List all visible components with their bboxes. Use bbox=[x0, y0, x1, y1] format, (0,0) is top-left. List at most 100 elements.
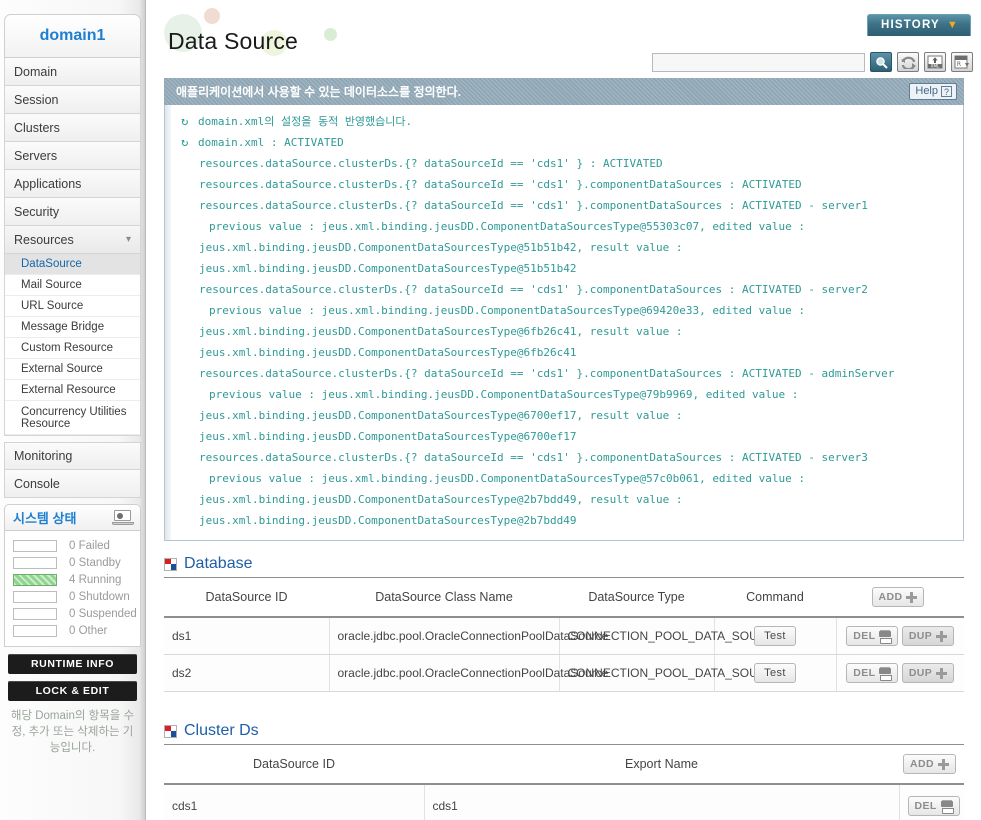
delete-label: DEL bbox=[914, 800, 937, 812]
log-body: ↻ domain.xml의 설정을 동적 반영했습니다. ↻ domain.xml :… bbox=[165, 105, 963, 531]
log-line: previous value : jeus.xml.binding.jeusDD… bbox=[209, 304, 806, 317]
sync-icon: ↻ bbox=[181, 135, 189, 149]
delete-button[interactable]: DEL bbox=[846, 663, 899, 683]
status-label: Suspended bbox=[78, 607, 137, 620]
question-mark-icon: ? bbox=[941, 85, 952, 97]
test-button[interactable]: Test bbox=[754, 626, 796, 646]
main-content: Data Source HISTORY ▼ XML R 애플리케이션에서 사용할… bbox=[146, 0, 981, 820]
xml-upload-icon[interactable]: XML bbox=[924, 52, 946, 72]
cell-datasource-class-name: oracle.jdbc.pool.OracleConnectionPoolDat… bbox=[329, 617, 608, 655]
domain-header: domain1 bbox=[4, 14, 141, 58]
add-button[interactable]: ADD bbox=[903, 754, 956, 774]
column-header-datasource-class-name: DataSource Class Name bbox=[329, 577, 559, 618]
status-swatch-shutdown bbox=[13, 590, 57, 603]
history-button[interactable]: HISTORY ▼ bbox=[867, 14, 971, 36]
lock-and-edit-button[interactable]: LOCK & EDIT bbox=[8, 681, 137, 701]
cell-actions: DEL bbox=[899, 784, 964, 820]
delete-label: DEL bbox=[853, 667, 876, 679]
chevron-down-icon: ▾ bbox=[125, 234, 131, 245]
cluster-ds-title-text: Cluster Ds bbox=[184, 722, 259, 739]
sidebar-item-resources[interactable]: Resources ▾ bbox=[4, 226, 141, 254]
status-swatch-running bbox=[13, 573, 57, 586]
sidebar-item-clusters[interactable]: Clusters bbox=[4, 114, 141, 142]
sidebar-item-concurrency-utilities-resource[interactable]: Concurrency Utilities Resource bbox=[5, 401, 140, 435]
log-line: jeus.xml.binding.jeusDD.ComponentDataSou… bbox=[199, 430, 577, 443]
log-line: jeus.xml.binding.jeusDD.ComponentDataSou… bbox=[199, 514, 577, 527]
system-status-title: 시스템 상태 bbox=[13, 511, 77, 526]
status-swatch-failed bbox=[13, 539, 57, 552]
sidebar-item-label: Security bbox=[14, 204, 60, 219]
help-button[interactable]: Help ? bbox=[909, 83, 957, 100]
table-row: ds1 oracle.jdbc.pool.OracleConnectionPoo… bbox=[164, 617, 964, 655]
svg-text:XML: XML bbox=[931, 64, 940, 69]
sidebar-subitem-label: URL Source bbox=[21, 300, 84, 312]
column-header-export-name: Export Name bbox=[424, 744, 899, 785]
delete-button[interactable]: DEL bbox=[846, 626, 899, 646]
runtime-info-button[interactable]: RUNTIME INFO bbox=[8, 654, 137, 674]
sidebar-item-monitoring[interactable]: Monitoring bbox=[4, 442, 141, 470]
log-line: previous value : jeus.xml.binding.jeusDD… bbox=[209, 472, 806, 485]
status-swatch-other bbox=[13, 624, 57, 637]
log-line: jeus.xml.binding.jeusDD.ComponentDataSou… bbox=[199, 493, 683, 506]
system-status-header: 시스템 상태 bbox=[4, 504, 141, 530]
status-row: 0 Standby bbox=[5, 554, 140, 571]
plus-icon bbox=[937, 758, 949, 770]
sidebar-subitem-label: Mail Source bbox=[21, 279, 82, 291]
cell-datasource-id: ds2 bbox=[164, 654, 330, 692]
sidebar-item-servers[interactable]: Servers bbox=[4, 142, 141, 170]
log-line: jeus.xml.binding.jeusDD.ComponentDataSou… bbox=[199, 262, 577, 275]
status-count: 0 bbox=[69, 607, 76, 620]
sidebar-item-session[interactable]: Session bbox=[4, 86, 141, 114]
status-row: 0 Shutdown bbox=[5, 588, 140, 605]
delete-label: DEL bbox=[853, 630, 876, 642]
trash-icon bbox=[879, 667, 893, 681]
cell-export-name: cds1 bbox=[424, 784, 900, 820]
runtime-info-label: RUNTIME INFO bbox=[30, 658, 115, 670]
sidebar-item-applications[interactable]: Applications bbox=[4, 170, 141, 198]
cluster-ds-section-title: Cluster Ds bbox=[164, 718, 964, 744]
sidebar-subitem-label: Concurrency Utilities Resource bbox=[21, 406, 127, 430]
search-icon[interactable] bbox=[870, 52, 892, 72]
sidebar-item-datasource[interactable]: DataSource bbox=[5, 254, 140, 275]
sidebar-item-label: Clusters bbox=[14, 120, 60, 135]
test-button[interactable]: Test bbox=[754, 663, 796, 683]
database-section-title: Database bbox=[164, 551, 964, 577]
sidebar-item-external-source[interactable]: External Source bbox=[5, 359, 140, 380]
cell-datasource-type: CONNECTION_POOL_DATA_SOURCE bbox=[559, 617, 783, 655]
search-input[interactable] bbox=[652, 52, 865, 72]
column-header-command: Command bbox=[714, 577, 836, 618]
add-label: ADD bbox=[878, 591, 903, 603]
sidebar-item-console[interactable]: Console bbox=[4, 470, 141, 498]
cell-datasource-class-name: oracle.jdbc.pool.OracleConnectionPoolDat… bbox=[329, 654, 608, 692]
cell-actions: DEL DUP bbox=[836, 654, 964, 692]
chevron-down-icon: ▼ bbox=[946, 19, 959, 31]
sidebar-item-custom-resource[interactable]: Custom Resource bbox=[5, 338, 140, 359]
sidebar-item-security[interactable]: Security bbox=[4, 198, 141, 226]
delete-button[interactable]: DEL bbox=[907, 796, 960, 816]
sidebar-item-domain[interactable]: Domain bbox=[4, 58, 141, 86]
sidebar-item-label: Servers bbox=[14, 148, 58, 163]
svg-text:R: R bbox=[957, 61, 961, 68]
status-label: Other bbox=[78, 624, 108, 637]
status-label: Shutdown bbox=[78, 590, 130, 603]
sidebar-item-message-bridge[interactable]: Message Bridge bbox=[5, 317, 140, 338]
refresh-icon[interactable] bbox=[897, 52, 919, 72]
status-swatch-suspended bbox=[13, 607, 57, 620]
plus-icon bbox=[936, 667, 948, 679]
duplicate-button[interactable]: DUP bbox=[901, 663, 955, 683]
report-export-icon[interactable]: R bbox=[951, 52, 973, 72]
sidebar-item-url-source[interactable]: URL Source bbox=[5, 296, 140, 317]
log-left-edge bbox=[165, 105, 171, 540]
cell-datasource-id: cds1 bbox=[164, 784, 425, 820]
trash-icon bbox=[879, 630, 893, 644]
sidebar-item-mail-source[interactable]: Mail Source bbox=[5, 275, 140, 296]
activation-log-panel[interactable]: ↻ domain.xml의 설정을 동적 반영했습니다. ↻ domain.xml :… bbox=[164, 105, 964, 541]
sidebar-note: 해당 Domain의 항목을 수정, 추가 또는 삭제하는 기능입니다. bbox=[10, 710, 135, 754]
sidebar-item-external-resource[interactable]: External Resource bbox=[5, 380, 140, 401]
cell-datasource-id: ds1 bbox=[164, 617, 330, 655]
toolbar: XML R bbox=[652, 52, 973, 72]
add-button[interactable]: ADD bbox=[871, 587, 925, 607]
page-title: Data Source bbox=[168, 28, 299, 54]
sidebar-item-label: Console bbox=[14, 476, 60, 491]
duplicate-button[interactable]: DUP bbox=[901, 626, 955, 646]
